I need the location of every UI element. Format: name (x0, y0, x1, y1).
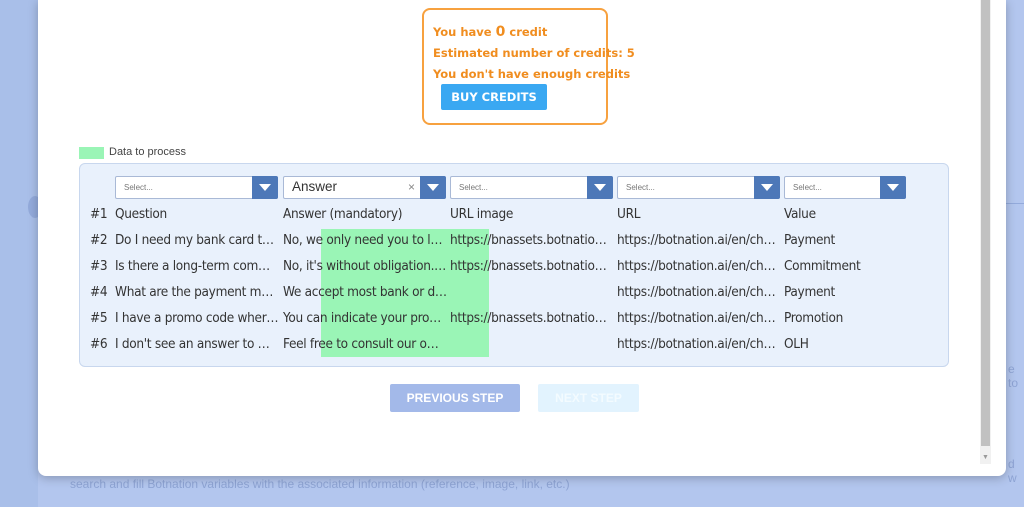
table-cell: OLH (784, 336, 809, 352)
select-value: Select... (626, 183, 655, 192)
table-cell: We accept most bank or d… (283, 284, 447, 300)
table-cell: https://botnation.ai/en/ch… (617, 284, 776, 300)
table-cell: Do I need my bank card to… (115, 232, 279, 248)
scroll-down-icon[interactable]: ▼ (982, 454, 989, 461)
row-number: #1 (90, 206, 108, 222)
import-modal: ▼ You have 0 credit Estimated number of … (38, 0, 1006, 476)
credit-warning: You don't have enough credits (433, 67, 631, 81)
background-footer-text: search and fill Botnation variables with… (70, 477, 570, 491)
column-select-url[interactable]: Select... (617, 176, 780, 199)
table-cell: No, we only need you to lo… (283, 232, 447, 248)
next-step-button[interactable]: NEXT STEP (538, 384, 639, 412)
table-cell: No, it's without obligation.… (283, 258, 447, 274)
credit-balance: You have 0 credit (433, 24, 547, 40)
column-select-question[interactable]: Select... (115, 176, 278, 199)
table-cell: Answer (mandatory) (283, 206, 403, 222)
select-value: Select... (793, 183, 822, 192)
chevron-down-icon[interactable] (880, 176, 906, 199)
estimated-credits: Estimated number of credits: 5 (433, 46, 635, 60)
table-cell: Value (784, 206, 816, 222)
table-cell: You can indicate your pro… (283, 310, 441, 326)
scrollbar-thumb[interactable] (981, 0, 990, 446)
credit-count: 0 (495, 24, 506, 40)
select-value: Select... (459, 183, 488, 192)
table-cell: URL image (450, 206, 514, 222)
table-cell: What are the payment me… (115, 284, 279, 300)
background-right-text: d w (1008, 457, 1017, 485)
row-number: #3 (90, 258, 108, 274)
credit-info-box: You have 0 credit Estimated number of cr… (422, 8, 635, 125)
table-cell: https://botnation.ai/en/ch… (617, 310, 776, 326)
background-right-text: e to (1008, 362, 1019, 390)
table-cell: https://bnassets.botnatio… (450, 310, 607, 326)
credit-balance-prefix: You have (433, 25, 492, 39)
modal-scrollbar[interactable]: ▼ (980, 0, 991, 464)
chevron-down-icon[interactable] (252, 176, 278, 199)
buy-credits-button[interactable]: BUY CREDITS (441, 84, 547, 110)
table-cell: Promotion (784, 310, 844, 326)
row-number: #4 (90, 284, 108, 300)
table-cell: Payment (784, 232, 836, 248)
table-cell: Commitment (784, 258, 861, 274)
chevron-down-icon[interactable] (587, 176, 613, 199)
table-cell: https://bnassets.botnatio… (450, 232, 607, 248)
row-number: #6 (90, 336, 108, 352)
legend-label: Data to process (109, 146, 187, 158)
table-cell: https://botnation.ai/en/ch… (617, 336, 776, 352)
table-cell: Question (115, 206, 167, 222)
table-cell: https://botnation.ai/en/ch… (617, 232, 776, 248)
table-cell: Payment (784, 284, 836, 300)
column-select-url-image[interactable]: Select... (450, 176, 613, 199)
table-cell: I don't see an answer to m… (115, 336, 279, 352)
select-value: Select... (124, 183, 153, 192)
chevron-down-icon[interactable] (420, 176, 446, 199)
column-select-value[interactable]: Select... (784, 176, 906, 199)
mapping-table: Select... Answer × Select... Select... S… (79, 163, 949, 367)
previous-step-button[interactable]: PREVIOUS STEP (390, 384, 520, 412)
table-cell: Is there a long-term com… (115, 258, 270, 274)
background-divider (1006, 203, 1024, 204)
chevron-down-icon[interactable] (754, 176, 780, 199)
select-value: Answer (292, 179, 338, 194)
legend-swatch (79, 147, 104, 159)
table-cell: https://bnassets.botnatio… (450, 258, 607, 274)
table-cell: I have a promo code wher… (115, 310, 279, 326)
table-cell: URL (617, 206, 641, 222)
table-cell: https://botnation.ai/en/ch… (617, 258, 776, 274)
credit-balance-suffix: credit (509, 25, 548, 39)
row-number: #5 (90, 310, 108, 326)
row-number: #2 (90, 232, 108, 248)
column-select-answer[interactable]: Answer × (283, 176, 446, 199)
table-cell: Feel free to consult our o… (283, 336, 439, 352)
clear-icon[interactable]: × (408, 180, 415, 194)
